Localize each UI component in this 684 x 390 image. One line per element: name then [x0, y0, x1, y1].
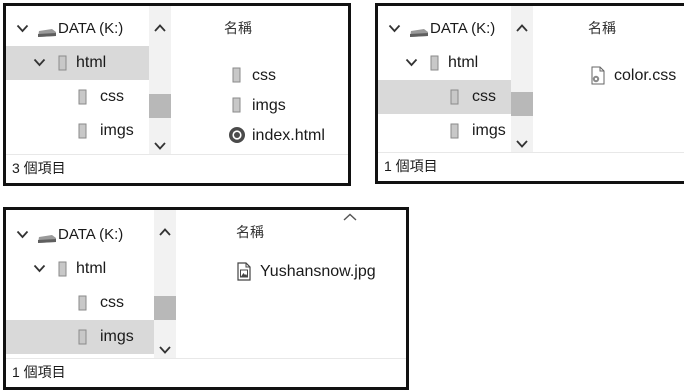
- sort-ascending-icon[interactable]: [343, 210, 357, 221]
- item-count: 1 個項目: [12, 364, 66, 380]
- file-name: Yushansnow.jpg: [260, 263, 376, 280]
- explorer-panel-imgs: DATA (K:) html css imgs 名稱 Yushansnow.jp…: [3, 207, 409, 390]
- tree-item-css[interactable]: css: [378, 80, 533, 114]
- image-file-icon: [236, 262, 252, 286]
- tree-item-imgs[interactable]: imgs: [6, 320, 176, 354]
- explorer-panel-html: DATA (K:) html css imgs 名稱 css imgs inde…: [3, 3, 351, 186]
- navigation-pane: DATA (K:) html css imgs: [6, 210, 176, 359]
- file-name: css: [252, 67, 276, 84]
- status-bar: 1 個項目: [6, 358, 406, 387]
- scroll-thumb[interactable]: [154, 296, 176, 320]
- tree-item-label: css: [472, 88, 496, 105]
- file-name: imgs: [252, 97, 286, 114]
- drive-icon: [37, 25, 57, 37]
- vertical-scrollbar[interactable]: [154, 210, 176, 359]
- vertical-scrollbar[interactable]: [149, 6, 171, 155]
- tree-item-label: DATA (K:): [58, 226, 124, 243]
- scroll-up-icon[interactable]: [516, 19, 528, 32]
- file-list: 名稱 css imgs index.html: [176, 6, 348, 155]
- tree-item-imgs[interactable]: imgs: [378, 114, 533, 148]
- scroll-up-icon[interactable]: [154, 19, 166, 32]
- tree-item-html[interactable]: html: [6, 252, 176, 286]
- folder-icon: [450, 123, 459, 139]
- chevron-down-icon[interactable]: [388, 24, 401, 33]
- tree-item-label: DATA (K:): [430, 20, 496, 37]
- tree-item-data-drive[interactable]: DATA (K:): [6, 218, 176, 252]
- status-bar: 3 個項目: [6, 154, 348, 183]
- column-header-name[interactable]: 名稱: [236, 222, 264, 242]
- folder-icon: [78, 89, 87, 105]
- status-bar: 1 個項目: [378, 152, 684, 181]
- column-header-name[interactable]: 名稱: [588, 18, 616, 38]
- tree-item-label: html: [76, 260, 107, 277]
- tree-item-label: imgs: [472, 122, 506, 139]
- item-count: 1 個項目: [384, 158, 438, 174]
- scroll-down-icon[interactable]: [516, 135, 528, 148]
- scroll-down-icon[interactable]: [154, 137, 166, 150]
- folder-icon: [78, 123, 87, 139]
- folder-icon: [58, 55, 67, 71]
- folder-icon: [78, 295, 87, 311]
- scroll-thumb[interactable]: [511, 92, 533, 116]
- folder-icon: [58, 261, 67, 277]
- file-list: 名稱 Yushansnow.jpg: [181, 210, 406, 359]
- drive-icon: [409, 25, 429, 37]
- navigation-pane: DATA (K:) html css imgs: [378, 6, 533, 153]
- chevron-down-icon[interactable]: [16, 24, 29, 33]
- scroll-thumb[interactable]: [149, 94, 171, 118]
- tree-item-label: css: [100, 294, 124, 311]
- tree-item-label: imgs: [100, 328, 134, 345]
- tree-item-imgs[interactable]: imgs: [6, 114, 171, 148]
- file-name: index.html: [252, 127, 325, 144]
- folder-icon: [430, 55, 439, 71]
- tree-item-label: css: [100, 88, 124, 105]
- tree-item-data-drive[interactable]: DATA (K:): [6, 12, 171, 46]
- tree-item-label: DATA (K:): [58, 20, 124, 37]
- explorer-panel-css: DATA (K:) html css imgs 名稱 color.css 1 個…: [375, 3, 684, 184]
- tree-item-css[interactable]: css: [6, 286, 176, 320]
- scroll-up-icon[interactable]: [159, 223, 171, 236]
- item-count: 3 個項目: [12, 160, 66, 176]
- tree-item-label: html: [76, 54, 107, 71]
- column-header-name[interactable]: 名稱: [224, 18, 252, 38]
- chrome-html-icon: [228, 126, 246, 149]
- folder-icon: [232, 97, 241, 118]
- file-name: color.css: [614, 67, 677, 84]
- drive-icon: [37, 231, 57, 243]
- tree-item-label: html: [448, 54, 479, 71]
- file-list: 名稱 color.css: [538, 6, 684, 153]
- css-file-icon: [590, 66, 606, 90]
- tree-item-label: imgs: [100, 122, 134, 139]
- navigation-pane: DATA (K:) html css imgs: [6, 6, 171, 155]
- chevron-down-icon[interactable]: [16, 230, 29, 239]
- scroll-down-icon[interactable]: [159, 341, 171, 354]
- chevron-down-icon[interactable]: [405, 58, 418, 67]
- folder-icon: [232, 67, 241, 88]
- vertical-scrollbar[interactable]: [511, 6, 533, 153]
- chevron-down-icon[interactable]: [33, 264, 46, 273]
- tree-item-data-drive[interactable]: DATA (K:): [378, 12, 533, 46]
- folder-icon: [450, 89, 459, 105]
- tree-item-html[interactable]: html: [378, 46, 533, 80]
- folder-icon: [78, 329, 87, 345]
- tree-item-css[interactable]: css: [6, 80, 171, 114]
- chevron-down-icon[interactable]: [33, 58, 46, 67]
- tree-item-html[interactable]: html: [6, 46, 171, 80]
